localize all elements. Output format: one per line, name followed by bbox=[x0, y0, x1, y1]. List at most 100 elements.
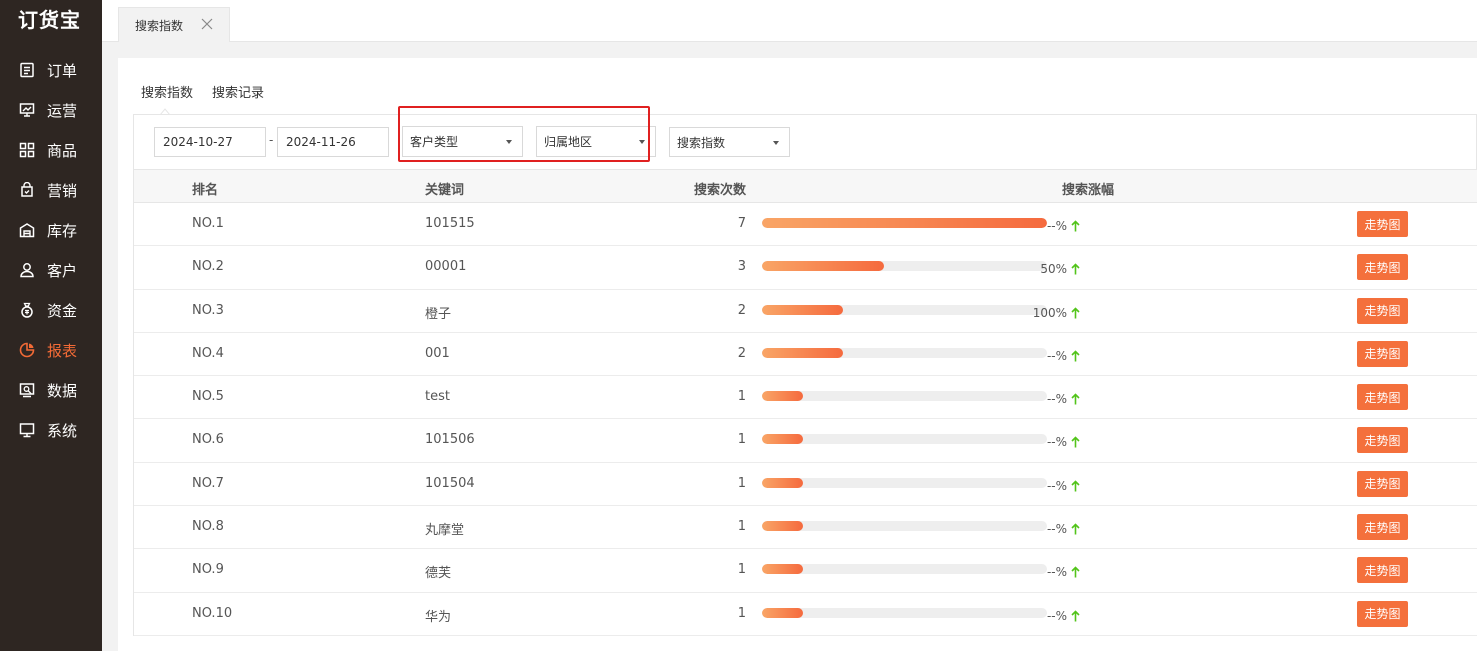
region-select[interactable]: 归属地区 bbox=[536, 126, 656, 157]
count-cell: 3 bbox=[737, 259, 746, 275]
keyword-cell: 橙子 bbox=[425, 306, 452, 322]
rank-cell: NO.5 bbox=[192, 389, 224, 405]
trend-chart-button[interactable]: 走势图 bbox=[1357, 211, 1408, 237]
sidebar-item-customer[interactable]: 客户 bbox=[0, 250, 102, 290]
sidebar: 订货宝 订单运营商品营销库存客户资金报表数据系统 bbox=[0, 0, 102, 651]
growth-cell: --% bbox=[1047, 522, 1080, 536]
growth-value: 100% bbox=[1032, 305, 1067, 320]
inventory-icon bbox=[18, 221, 36, 239]
funds-icon bbox=[18, 301, 36, 319]
arrow-up-icon bbox=[1071, 393, 1080, 405]
arrow-up-icon bbox=[1071, 436, 1080, 448]
sidebar-item-marketing[interactable]: 营销 bbox=[0, 170, 102, 210]
search-index-table: 排名 关键词 搜索次数 搜索涨幅 NO.1 101515 7 --% 走势图 NO.2 00… bbox=[133, 169, 1477, 636]
metric-select[interactable]: 搜索指数 bbox=[669, 127, 790, 157]
table-row: NO.1 101515 7 --% 走势图 bbox=[134, 203, 1477, 247]
sidebar-item-data[interactable]: 数据 bbox=[0, 370, 102, 410]
marketing-icon bbox=[18, 181, 36, 199]
growth-value: --% bbox=[1046, 565, 1067, 580]
count-cell: 1 bbox=[737, 432, 746, 448]
subtab-search-records[interactable]: 搜索记录 bbox=[212, 82, 264, 101]
count-bar bbox=[762, 304, 844, 315]
sidebar-item-report[interactable]: 报表 bbox=[0, 330, 102, 370]
keyword-cell: 00001 bbox=[425, 259, 467, 275]
sidebar-item-operation[interactable]: 运营 bbox=[0, 90, 102, 130]
trend-chart-button[interactable]: 走势图 bbox=[1357, 427, 1408, 454]
sidebar-item-order[interactable]: 订单 bbox=[0, 50, 102, 90]
sidebar-item-label: 报表 bbox=[47, 341, 78, 360]
data-icon bbox=[18, 381, 36, 399]
count-cell: 1 bbox=[737, 562, 746, 578]
table-row: NO.9 德芙 1 --% 走势图 bbox=[134, 549, 1477, 593]
sidebar-item-label: 数据 bbox=[47, 381, 78, 400]
count-bar bbox=[762, 434, 803, 445]
count-bar bbox=[762, 347, 844, 358]
sidebar-item-funds[interactable]: 资金 bbox=[0, 290, 102, 330]
keyword-cell: 德芙 bbox=[425, 566, 452, 582]
trend-chart-button[interactable]: 走势图 bbox=[1357, 557, 1408, 584]
rank-cell: NO.10 bbox=[192, 605, 233, 621]
rank-cell: NO.9 bbox=[192, 562, 224, 578]
header-rank: 排名 bbox=[192, 183, 219, 198]
table-row: NO.5 test 1 --% 走势图 bbox=[134, 376, 1477, 420]
growth-cell: --% bbox=[1047, 435, 1080, 449]
trend-chart-button[interactable]: 走势图 bbox=[1357, 514, 1408, 541]
subtab-search-index[interactable]: 搜索指数 bbox=[141, 82, 193, 101]
count-bar bbox=[762, 477, 803, 488]
order-icon bbox=[18, 61, 36, 79]
growth-value: --% bbox=[1046, 392, 1067, 407]
start-date-input[interactable] bbox=[154, 127, 266, 157]
trend-chart-button[interactable]: 走势图 bbox=[1357, 340, 1408, 367]
sidebar-item-inventory[interactable]: 库存 bbox=[0, 210, 102, 250]
growth-cell: 100% bbox=[1033, 306, 1080, 320]
keyword-cell: 华为 bbox=[425, 609, 452, 625]
sidebar-item-label: 商品 bbox=[47, 141, 78, 160]
chevron-down-icon bbox=[639, 140, 645, 144]
trend-chart-button[interactable]: 走势图 bbox=[1357, 384, 1408, 411]
growth-value: 50% bbox=[1040, 262, 1067, 277]
keyword-cell: 001 bbox=[425, 345, 450, 361]
rank-cell: NO.2 bbox=[192, 259, 224, 275]
keyword-cell: 101506 bbox=[425, 432, 475, 448]
count-bar-track bbox=[762, 304, 1047, 315]
table-row: NO.7 101504 1 --% 走势图 bbox=[134, 462, 1477, 507]
count-cell: 1 bbox=[737, 605, 746, 621]
arrow-up-icon bbox=[1071, 306, 1080, 319]
table-row: NO.4 001 2 --% 走势图 bbox=[134, 332, 1477, 377]
sidebar-item-label: 系统 bbox=[47, 421, 78, 440]
count-bar bbox=[762, 521, 803, 532]
sidebar-item-label: 客户 bbox=[47, 261, 78, 280]
tab-search-index[interactable]: 搜索指数 bbox=[118, 7, 230, 42]
arrow-up-icon bbox=[1071, 350, 1080, 362]
rank-cell: NO.1 bbox=[192, 216, 224, 231]
keyword-cell: 101515 bbox=[425, 216, 475, 231]
keyword-cell: 丸摩堂 bbox=[425, 523, 465, 539]
arrow-up-icon bbox=[1071, 220, 1080, 232]
growth-value: --% bbox=[1046, 478, 1067, 493]
trend-chart-button[interactable]: 走势图 bbox=[1357, 297, 1408, 324]
sidebar-item-label: 库存 bbox=[47, 221, 78, 240]
sidebar-item-product[interactable]: 商品 bbox=[0, 130, 102, 170]
count-bar-track bbox=[762, 434, 1047, 445]
close-icon[interactable] bbox=[200, 17, 214, 31]
rank-cell: NO.8 bbox=[192, 519, 224, 535]
metric-value: 搜索指数 bbox=[677, 135, 726, 150]
sidebar-item-system[interactable]: 系统 bbox=[0, 410, 102, 450]
header-keyword: 关键词 bbox=[425, 183, 465, 198]
count-bar-track bbox=[762, 347, 1047, 358]
arrow-up-icon bbox=[1071, 263, 1080, 275]
table-header: 排名 关键词 搜索次数 搜索涨幅 bbox=[134, 169, 1477, 203]
app-logo: 订货宝 bbox=[18, 8, 81, 32]
trend-chart-button[interactable]: 走势图 bbox=[1357, 600, 1408, 627]
trend-chart-button[interactable]: 走势图 bbox=[1357, 470, 1408, 497]
customer-type-select[interactable]: 客户类型 bbox=[402, 126, 523, 157]
growth-value: --% bbox=[1046, 522, 1067, 537]
growth-cell: --% bbox=[1047, 565, 1080, 579]
sidebar-item-label: 订单 bbox=[47, 61, 78, 80]
growth-cell: --% bbox=[1047, 609, 1080, 623]
trend-chart-button[interactable]: 走势图 bbox=[1357, 254, 1408, 281]
keyword-cell: 101504 bbox=[425, 475, 475, 491]
count-bar bbox=[762, 218, 1047, 228]
chevron-down-icon bbox=[773, 141, 779, 145]
end-date-input[interactable] bbox=[277, 127, 389, 157]
